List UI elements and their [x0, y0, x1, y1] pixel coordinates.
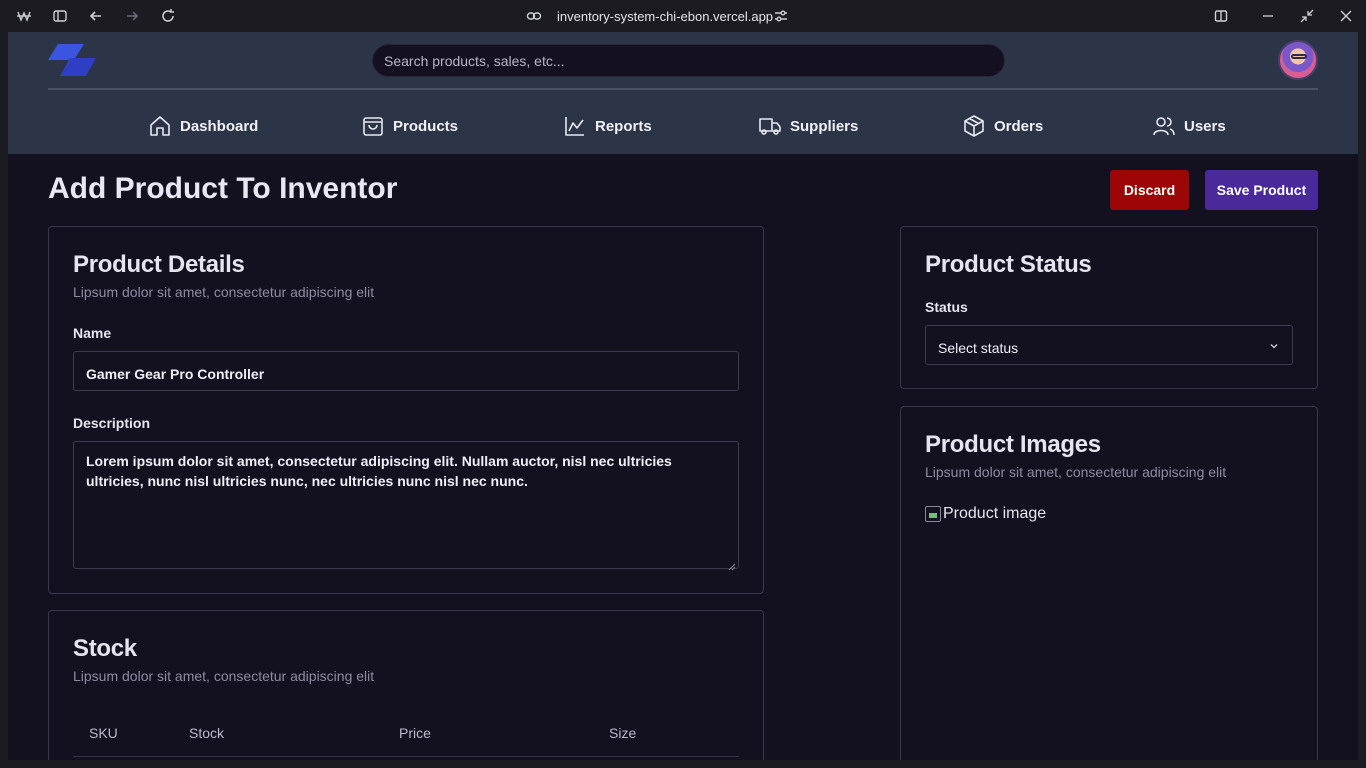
nav-products[interactable]: Products [361, 114, 458, 138]
browser-toolbar: inventory-system-chi-ebon.vercel.app [0, 0, 1366, 32]
resize-handle-icon[interactable] [728, 558, 736, 571]
minimize-icon[interactable] [1260, 8, 1276, 24]
broken-image-icon [925, 506, 941, 522]
site-settings-icon[interactable] [773, 8, 789, 24]
back-icon[interactable] [88, 8, 104, 24]
status-selected-value: Select status [938, 340, 1019, 356]
name-field[interactable]: Gamer Gear Pro Controller [73, 351, 739, 391]
close-window-icon[interactable] [1338, 8, 1354, 24]
home-icon [148, 114, 172, 138]
product-status-card: Product Status Status Select status [900, 226, 1318, 389]
sidebar-toggle-icon[interactable] [52, 8, 68, 24]
nav-dashboard[interactable]: Dashboard [148, 114, 258, 138]
name-value: Gamer Gear Pro Controller [86, 366, 265, 382]
app-logo[interactable] [48, 42, 98, 78]
product-images-card: Product Images Lipsum dolor sit amet, co… [900, 406, 1318, 760]
product-status-title: Product Status [925, 251, 1092, 278]
description-field[interactable]: Lorem ipsum dolor sit amet, consectetur … [73, 441, 739, 571]
discard-button[interactable]: Discard [1110, 170, 1189, 210]
browser-menu-icon[interactable] [16, 8, 32, 24]
user-avatar[interactable] [1278, 40, 1318, 80]
column-header-stock: Stock [189, 725, 225, 741]
reload-icon[interactable] [160, 8, 176, 24]
nav-users-label: Users [1184, 117, 1226, 135]
nav-dashboard-label: Dashboard [180, 117, 259, 135]
product-details-card: Product Details Lipsum dolor sit amet, c… [48, 226, 764, 594]
description-value: Lorem ipsum dolor sit amet, consectetur … [86, 453, 672, 489]
header-divider [48, 88, 1318, 90]
nav-orders[interactable]: Orders [962, 114, 1043, 138]
search-input[interactable]: Search products, sales, etc... [372, 44, 1005, 77]
link-icon [526, 8, 542, 24]
truck-icon [758, 114, 782, 138]
status-select[interactable]: Select status [925, 325, 1293, 365]
stock-card: Stock Lipsum dolor sit amet, consectetur… [48, 610, 764, 760]
nav-reports[interactable]: Reports [563, 114, 652, 138]
column-header-size: Size [609, 725, 637, 741]
users-icon [1152, 114, 1176, 138]
chevron-down-icon [1268, 339, 1280, 351]
nav-users[interactable]: Users [1152, 114, 1226, 138]
split-view-icon[interactable] [1213, 8, 1229, 24]
stock-title: Stock [73, 635, 137, 662]
description-label: Description [73, 415, 151, 431]
product-image[interactable]: Product image [925, 505, 1046, 523]
package-icon [962, 114, 986, 138]
nav-products-label: Products [393, 117, 459, 135]
forward-icon[interactable] [124, 8, 140, 24]
shopping-bag-icon [361, 114, 385, 138]
product-images-subtitle: Lipsum dolor sit amet, consectetur adipi… [925, 464, 1227, 480]
status-label: Status [925, 299, 968, 315]
product-details-title: Product Details [73, 251, 245, 278]
search-placeholder: Search products, sales, etc... [384, 53, 565, 69]
product-details-subtitle: Lipsum dolor sit amet, consectetur adipi… [73, 284, 375, 300]
product-images-title: Product Images [925, 431, 1101, 458]
column-header-sku: SKU [89, 725, 118, 741]
save-product-button[interactable]: Save Product [1205, 170, 1318, 210]
address-bar[interactable]: inventory-system-chi-ebon.vercel.app [557, 9, 773, 24]
app-window: Search products, sales, etc... Dashboard… [8, 32, 1358, 760]
nav-orders-label: Orders [994, 117, 1044, 135]
nav-reports-label: Reports [595, 117, 652, 135]
name-label: Name [73, 325, 112, 341]
top-navigation: Search products, sales, etc... Dashboard… [8, 32, 1358, 154]
table-header-divider [73, 756, 739, 757]
nav-suppliers-label: Suppliers [790, 117, 859, 135]
stock-subtitle: Lipsum dolor sit amet, consectetur adipi… [73, 668, 375, 684]
chart-icon [563, 114, 587, 138]
column-header-price: Price [399, 725, 431, 741]
nav-suppliers[interactable]: Suppliers [758, 114, 858, 138]
product-image-alt-text: Product image [943, 505, 1047, 522]
page-title: Add Product To Inventor [48, 172, 398, 205]
restore-icon[interactable] [1299, 8, 1315, 24]
